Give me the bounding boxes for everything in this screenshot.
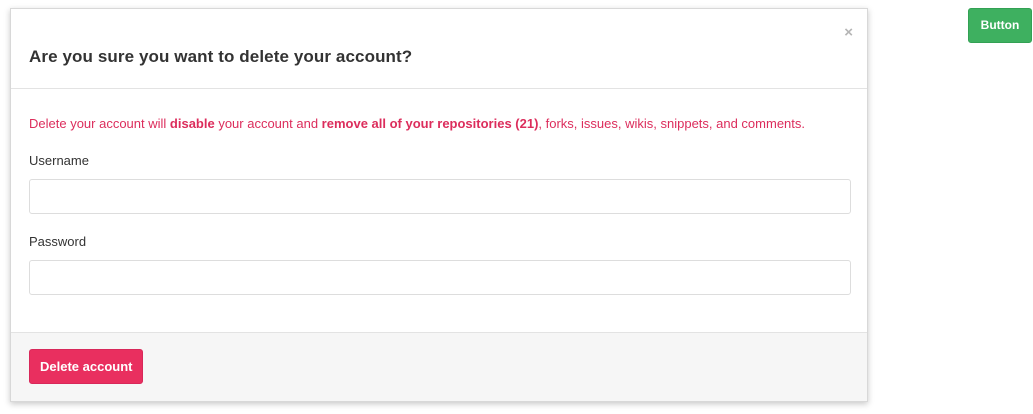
modal-header: Are you sure you want to delete your acc… <box>11 9 867 89</box>
warning-text-part1: Delete your account will <box>29 116 170 131</box>
warning-text-part3: , forks, issues, wikis, snippets, and co… <box>538 116 806 131</box>
username-input[interactable] <box>29 179 851 214</box>
modal-footer: Delete account <box>11 332 867 401</box>
username-label: Username <box>29 153 89 168</box>
warning-text-part2: your account and <box>214 116 322 131</box>
modal-body: Delete your account will disable your ac… <box>11 89 867 295</box>
delete-account-modal: Are you sure you want to delete your acc… <box>10 8 868 402</box>
close-icon[interactable]: × <box>844 25 853 40</box>
password-label: Password <box>29 234 87 249</box>
warning-text-disable: disable <box>169 116 215 131</box>
open-modal-button[interactable]: Button <box>968 8 1032 43</box>
password-input[interactable] <box>29 260 851 295</box>
modal-title: Are you sure you want to delete your acc… <box>29 47 413 66</box>
delete-account-button[interactable]: Delete account <box>29 349 144 384</box>
warning-text-repositories: remove all of your repositories (21) <box>321 116 539 131</box>
warning-message: Delete your account will disable your ac… <box>29 113 809 135</box>
